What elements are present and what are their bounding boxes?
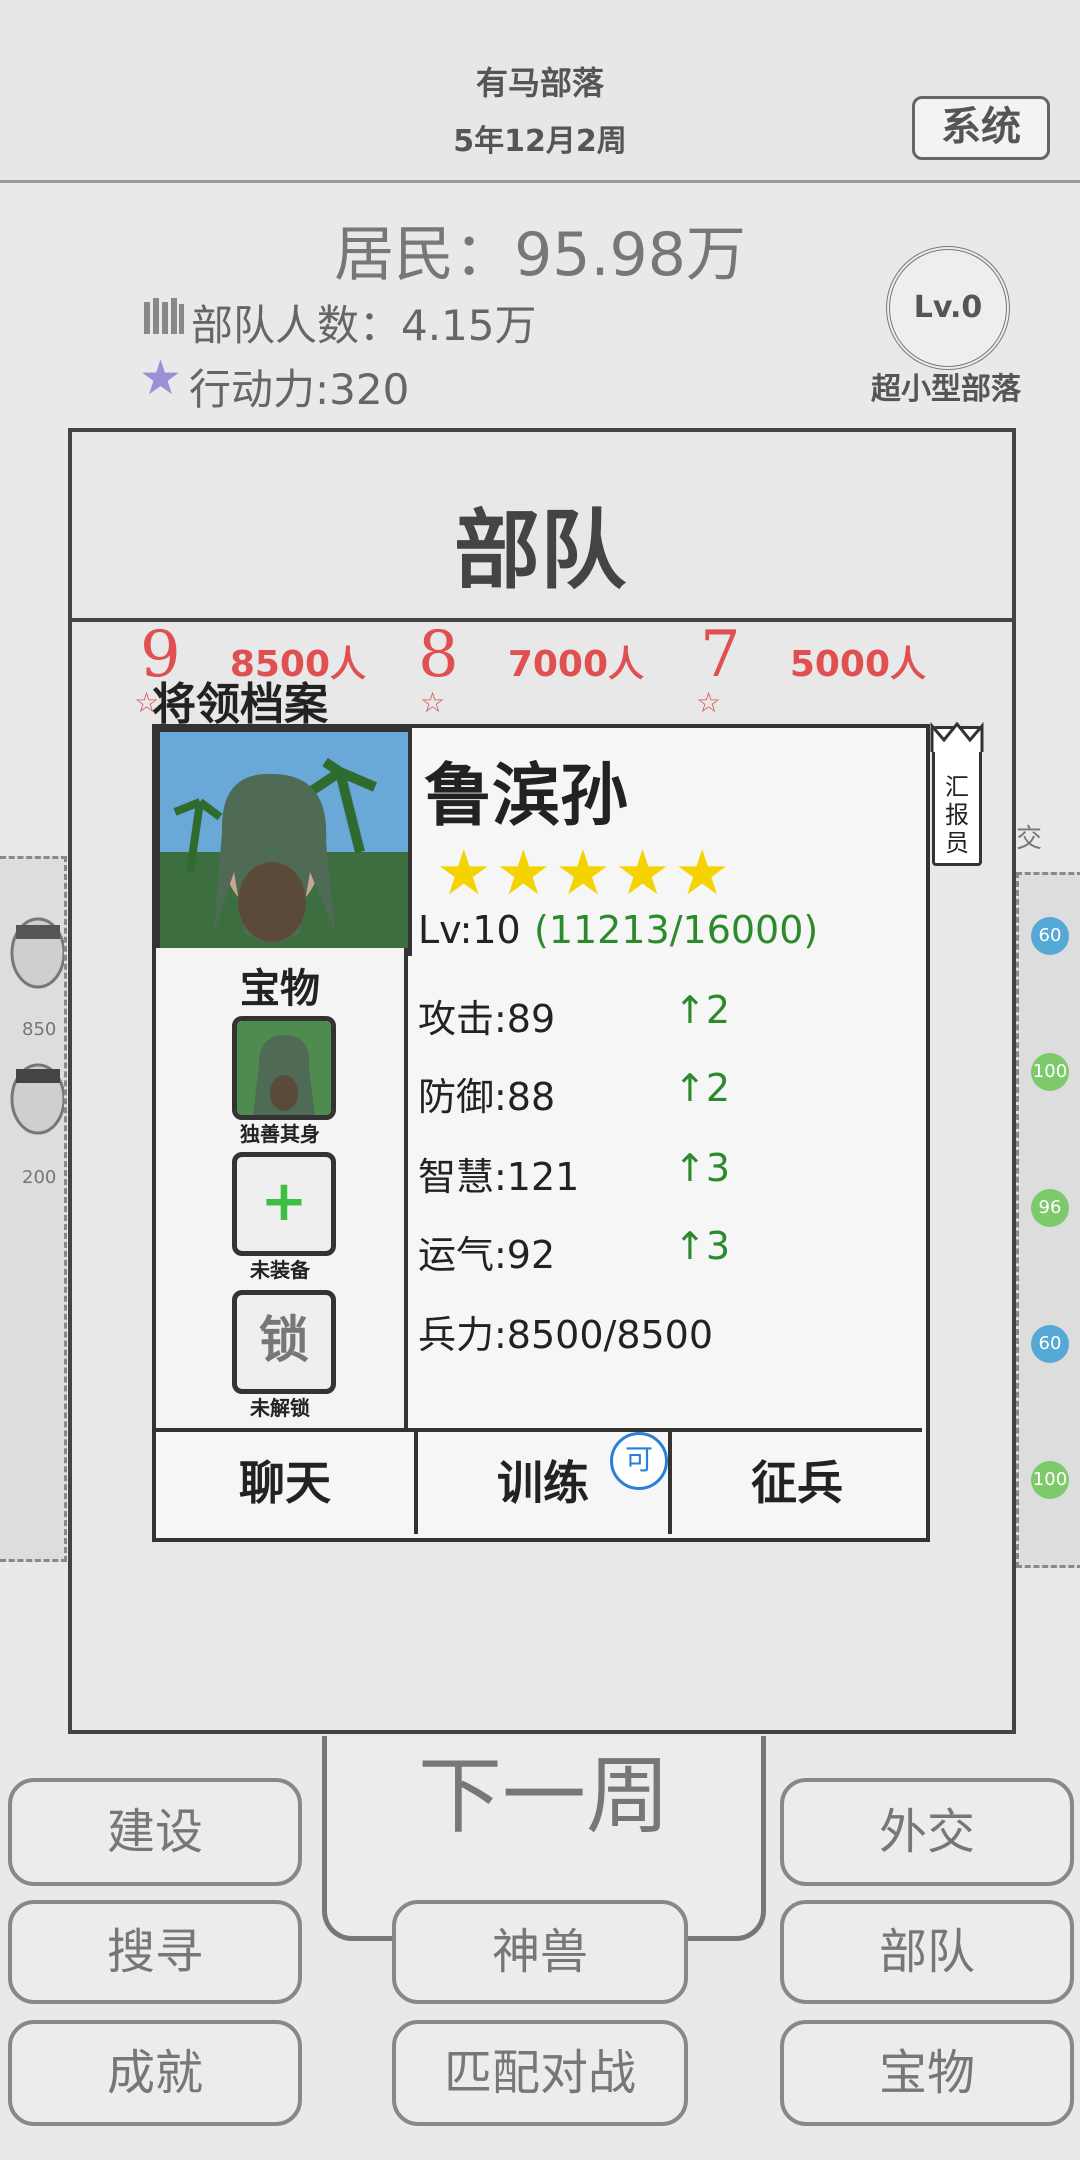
stat-defense-gain: ↑2 (674, 1066, 731, 1110)
level-dot: 60 (1031, 1325, 1069, 1363)
tribe-level-badge[interactable]: Lv.0 (886, 246, 1010, 370)
achievements-button[interactable]: 成就 (8, 2020, 302, 2126)
stat-defense: 防御:88 (418, 1075, 556, 1119)
general-avatar-icon (10, 1063, 64, 1135)
general-avatar-icon (10, 917, 64, 989)
diplomacy-edge-label: 交 (1016, 824, 1043, 854)
chat-button[interactable]: 聊天 (156, 1432, 414, 1534)
soldiers-icon (144, 298, 184, 334)
stat-luck: 运气:92 (418, 1233, 556, 1277)
troop-card[interactable]: 8 7000人 (418, 618, 644, 692)
stat-luck-gain: ↑3 (674, 1224, 731, 1268)
small-star-icon: ☆ (696, 686, 722, 719)
treasure-title: 宝物 (240, 966, 320, 1012)
beasts-button[interactable]: 神兽 (392, 1900, 688, 2004)
level-dot: 100 (1031, 1053, 1069, 1091)
build-button[interactable]: 建设 (8, 1778, 302, 1886)
general-file-title: 将领档案 (152, 679, 328, 730)
treasure-slot-locked[interactable]: 锁 (232, 1290, 336, 1394)
level-dot: 60 (1031, 917, 1069, 955)
level-dot: 96 (1031, 1189, 1069, 1227)
general-stars: ★★★★★ (436, 836, 734, 909)
left-strip-number: 200 (22, 1167, 57, 1188)
troop-count-text: 部队人数：4.15万 (191, 301, 537, 350)
treasure-slot-label: 未解锁 (250, 1396, 310, 1420)
portrait-icon (237, 1021, 331, 1115)
general-name: 鲁滨孙 (424, 757, 629, 836)
diplomacy-button[interactable]: 外交 (780, 1778, 1074, 1886)
system-button[interactable]: 系统 (912, 96, 1050, 160)
stat-wisdom-gain: ↑3 (674, 1146, 731, 1190)
treasure-slot-equipped[interactable] (232, 1016, 336, 1120)
stat-wisdom: 智慧:121 (418, 1155, 580, 1199)
train-available-badge: 可 (610, 1432, 668, 1490)
general-portrait-image (160, 732, 408, 952)
treasure-slot-label: 未装备 (250, 1258, 310, 1282)
action-points-text: 行动力:320 (189, 365, 410, 414)
troop-count: 部队人数：4.15万 (144, 292, 537, 353)
general-exp: (11213/16000) (534, 908, 819, 952)
treasure-slot-label: 独善其身 (240, 1122, 320, 1146)
search-button[interactable]: 搜寻 (8, 1900, 302, 2004)
troop-panel-title: 部队 (454, 501, 626, 601)
general-portrait (156, 728, 412, 956)
stat-attack-gain: ↑2 (674, 988, 731, 1032)
tab-notch-icon (930, 722, 984, 752)
treasure-button[interactable]: 宝物 (780, 2020, 1074, 2126)
right-general-strip[interactable]: 60 100 96 60 100 (1016, 872, 1080, 1568)
troop-rank: 8 (418, 618, 459, 692)
stat-attack: 攻击:89 (418, 997, 556, 1041)
troop-card[interactable]: 7 5000人 (700, 618, 926, 692)
troop-men-count: 5000人 (789, 644, 927, 685)
stat-troops: 兵力:8500/8500 (418, 1313, 714, 1357)
troop-men-count: 7000人 (507, 644, 645, 685)
action-points: ★ 行动力:320 (139, 350, 410, 417)
treasure-slot-empty[interactable]: + (232, 1152, 336, 1256)
troop-rank: 7 (700, 618, 741, 692)
left-strip-number: 850 (22, 1019, 57, 1040)
level-dot: 100 (1031, 1461, 1069, 1499)
troops-button[interactable]: 部队 (780, 1900, 1074, 2004)
left-general-strip[interactable]: 850 200 (0, 856, 67, 1562)
match-battle-button[interactable]: 匹配对战 (392, 2020, 688, 2126)
star-icon: ★ (139, 350, 183, 406)
recruit-button[interactable]: 征兵 (672, 1432, 922, 1534)
tribe-size-label: 超小型部落 (871, 372, 1021, 407)
general-level: Lv:10 (418, 908, 521, 952)
small-star-icon: ☆ (420, 686, 446, 719)
